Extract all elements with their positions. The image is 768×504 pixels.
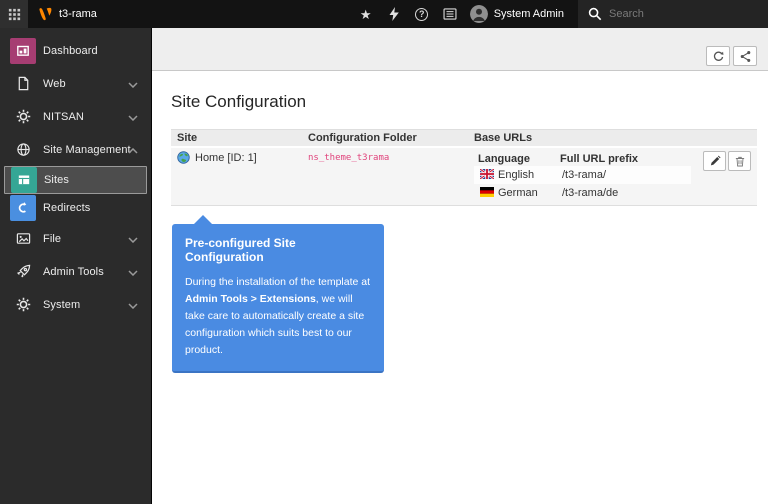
base-urls-table: Language Full URL prefix: [474, 151, 691, 202]
share-button[interactable]: [733, 46, 757, 66]
sidebar-item-system[interactable]: System: [0, 288, 151, 321]
globe-icon: [10, 137, 36, 163]
sidebar-label-site-management: Site Management: [43, 144, 131, 156]
trash-icon: [734, 155, 746, 168]
reload-button[interactable]: [706, 46, 730, 66]
sites-icon: [11, 167, 37, 193]
sidebar-item-file[interactable]: File: [0, 222, 151, 255]
sidebar-item-dashboard[interactable]: Dashboard: [0, 34, 151, 67]
table-row: Home [ID: 1] ns_theme_t3rama Language: [171, 147, 757, 206]
sidebar-label-admin-tools: Admin Tools: [43, 266, 104, 278]
site-configuration-table: Site Configuration Folder Base URLs: [171, 129, 757, 206]
modules-grid-icon[interactable]: [0, 0, 28, 28]
chevron-down-icon: [128, 108, 138, 126]
chevron-up-icon: [128, 141, 138, 159]
pencil-icon: [709, 155, 721, 167]
help-icon[interactable]: ?: [408, 0, 436, 28]
tooltip-title: Pre-configured Site Configuration: [185, 236, 371, 264]
user-name[interactable]: System Admin: [494, 8, 564, 20]
sidebar-item-nitsan[interactable]: NITSAN: [0, 100, 151, 133]
grid-dots-icon: [7, 7, 22, 22]
sidebar-item-web[interactable]: Web: [0, 67, 151, 100]
sidebar-label-dashboard: Dashboard: [43, 45, 98, 57]
col-header-site: Site: [171, 130, 302, 148]
sidebar-item-redirects[interactable]: Redirects: [0, 194, 151, 222]
col-header-url-prefix: Full URL prefix: [556, 151, 691, 166]
refresh-icon: [712, 50, 725, 63]
top-bar: t3-rama ★ ? System Admin: [0, 0, 768, 28]
chevron-down-icon: [128, 263, 138, 281]
url-prefix: /t3-rama/: [556, 166, 691, 184]
info-tooltip: Pre-configured Site Configuration During…: [172, 224, 384, 373]
language-row-english: English /t3-rama/: [474, 166, 691, 184]
edit-site-button[interactable]: [703, 151, 726, 171]
language-row-german: German /t3-rama/de: [474, 184, 691, 202]
rocket-icon: [10, 259, 36, 285]
topbar-search: [578, 0, 768, 28]
tooltip-body: During the installation of the template …: [185, 274, 371, 359]
module-content: Site Configuration Site Configuration Fo…: [152, 28, 768, 504]
search-icon: [588, 7, 602, 21]
col-header-base-urls: Base URLs: [468, 130, 757, 148]
doc-header: [152, 28, 768, 71]
site-globe-icon: [177, 151, 190, 164]
config-folder-value: ns_theme_t3rama: [308, 153, 389, 163]
language-name: English: [498, 169, 534, 181]
chevron-down-icon: [128, 75, 138, 93]
dashboard-icon: [10, 38, 36, 64]
system-gear-icon: [10, 292, 36, 318]
sidebar-label-system: System: [43, 299, 80, 311]
chevron-down-icon: [128, 230, 138, 248]
url-prefix: /t3-rama/de: [556, 184, 691, 202]
col-header-config-folder: Configuration Folder: [302, 130, 468, 148]
flag-uk-icon: [480, 169, 494, 179]
sidebar-item-admin-tools[interactable]: Admin Tools: [0, 255, 151, 288]
sidebar-label-web: Web: [43, 78, 66, 90]
user-avatar[interactable]: [470, 5, 488, 23]
brand[interactable]: t3-rama: [37, 6, 97, 22]
chevron-down-icon: [128, 296, 138, 314]
language-name: German: [498, 187, 538, 199]
flag-de-icon: [480, 187, 494, 197]
typo3-logo-icon: [37, 6, 53, 22]
module-menu: Dashboard Web: [0, 28, 152, 504]
backend-log-icon[interactable]: [436, 0, 464, 28]
sidebar-label-file: File: [43, 233, 61, 245]
search-input[interactable]: [609, 8, 749, 20]
delete-site-button[interactable]: [728, 151, 751, 171]
file-image-icon: [10, 226, 36, 252]
share-icon: [739, 50, 752, 63]
sidebar-label-sites: Sites: [44, 174, 69, 186]
product-name: t3-rama: [59, 8, 97, 20]
site-title[interactable]: Home [ID: 1]: [195, 152, 257, 164]
sidebar-item-sites[interactable]: Sites: [4, 166, 147, 194]
col-header-language: Language: [474, 151, 556, 166]
sidebar-label-redirects: Redirects: [43, 202, 90, 214]
tooltip-arrow: [194, 215, 212, 224]
web-document-icon: [10, 71, 36, 97]
sidebar-label-nitsan: NITSAN: [43, 111, 84, 123]
page-title: Site Configuration: [171, 92, 757, 112]
clear-cache-bolt-icon[interactable]: [380, 0, 408, 28]
nitsan-gear-icon: [10, 104, 36, 130]
bookmark-star-icon[interactable]: ★: [352, 0, 380, 28]
sidebar-item-site-management[interactable]: Site Management: [0, 133, 151, 166]
redirects-icon: [10, 195, 36, 221]
